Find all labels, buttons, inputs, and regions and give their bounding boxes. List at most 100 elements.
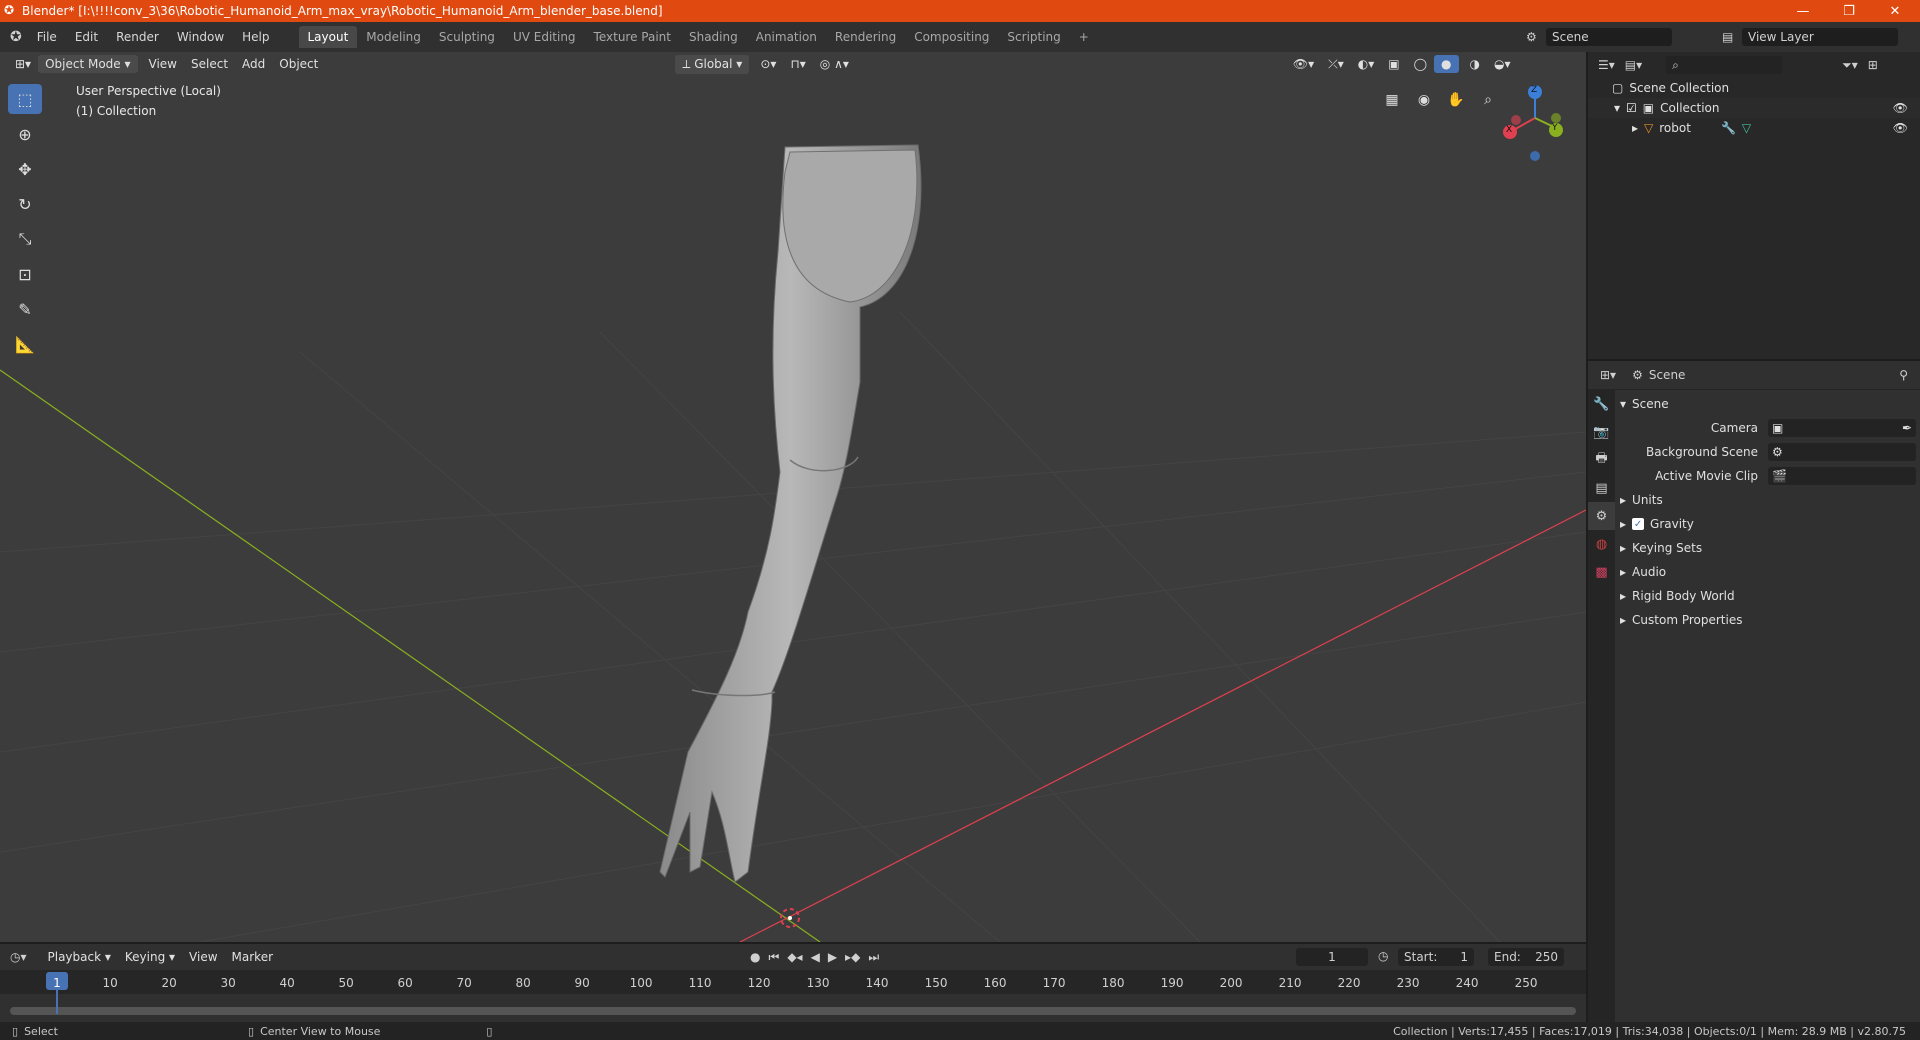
add-menu[interactable]: Add [235,55,272,73]
outliner-search-input[interactable]: ⌕ [1666,56,1783,74]
tab-uv-editing[interactable]: UV Editing [504,26,585,48]
menu-file[interactable]: File [28,30,66,44]
outliner-row-scene-collection[interactable]: ▢ Scene Collection [1588,78,1920,98]
timeline-editor-icon[interactable]: ◷▾ [10,950,27,964]
eyedropper-icon[interactable]: ✒ [1902,421,1912,435]
scene-panel-header[interactable]: ▾ Scene [1620,392,1916,416]
transform-tool-icon[interactable]: ⊡ [8,259,42,289]
tab-animation[interactable]: Animation [747,26,826,48]
current-frame-field[interactable]: 1 [1296,948,1368,966]
robot-arm-model[interactable] [659,144,922,883]
scene-properties-tab-icon[interactable]: ⚙ [1588,502,1615,530]
texture-properties-tab-icon[interactable]: ▩ [1588,558,1615,586]
outliner-row-collection[interactable]: ▾ ☑ ▣ Collection 👁 [1588,98,1920,118]
custom-properties-panel-header[interactable]: ▸ Custom Properties [1620,608,1916,632]
start-frame-field[interactable]: Start: 1 [1398,948,1474,966]
3d-viewport[interactable]: Z X Y User Perspective (Local) (1) Colle… [0,52,1586,942]
3d-cursor-icon[interactable] [780,908,800,928]
minimize-button[interactable]: — [1780,0,1826,22]
world-properties-tab-icon[interactable]: ◍ [1588,530,1615,558]
output-properties-tab-icon[interactable]: 🖶 [1588,446,1615,474]
proportional-edit-icon[interactable]: ◎ ∧▾ [813,55,856,73]
menu-render[interactable]: Render [107,30,168,44]
tab-layout[interactable]: Layout [298,26,358,48]
orientation-dropdown[interactable]: ⟂ Global ▾ [675,54,750,74]
zoom-icon[interactable]: ⌕ [1476,88,1500,112]
play-icon[interactable]: ▶ [828,950,837,965]
next-keyframe-icon[interactable]: ▸◆ [845,950,860,965]
menu-window[interactable]: Window [168,30,233,44]
collection-visibility-eye-icon[interactable]: 👁 [1893,101,1908,115]
outliner-editor-icon[interactable]: ☰▾ [1598,58,1615,72]
object-menu[interactable]: Object [272,55,325,73]
view-layer-properties-tab-icon[interactable]: ▤ [1588,474,1615,502]
select-menu[interactable]: Select [184,55,235,73]
tab-shading[interactable]: Shading [680,26,747,48]
prev-keyframe-icon[interactable]: ◆◂ [787,950,802,965]
measure-tool-icon[interactable]: 📐 [8,329,42,359]
scale-tool-icon[interactable]: ⤡ [8,224,42,254]
display-mode-icon[interactable]: ▤▾ [1625,58,1642,72]
marker-menu[interactable]: Marker [225,948,280,966]
audio-panel-header[interactable]: ▸ Audio [1620,560,1916,584]
active-movie-clip-field[interactable]: 🎬 [1768,467,1916,485]
end-frame-field[interactable]: End: 250 [1488,948,1564,966]
pan-hand-icon[interactable]: ✋ [1444,88,1468,112]
rotate-tool-icon[interactable]: ↻ [8,189,42,219]
include-checkbox[interactable]: ☑ [1626,101,1637,115]
mesh-data-icon[interactable]: ▽ [1742,121,1751,135]
gizmo-toggle-icon[interactable]: ⤫▾ [1321,55,1351,74]
tab-compositing[interactable]: Compositing [905,26,998,48]
gravity-panel-header[interactable]: ▸ ✓ Gravity [1620,512,1916,536]
clock-icon[interactable]: ◷ [1378,949,1388,963]
tab-texture-paint[interactable]: Texture Paint [585,26,680,48]
robot-visibility-eye-icon[interactable]: 👁 [1893,121,1908,135]
keying-menu[interactable]: Keying ▾ [118,948,182,966]
scene-selector[interactable]: Scene [1546,28,1672,46]
xray-icon[interactable]: ▣ [1381,55,1406,73]
expand-arrow-icon[interactable]: ▸ [1632,121,1638,135]
blender-menu-icon[interactable]: ✪ [10,29,22,45]
tab-scripting[interactable]: Scripting [998,26,1069,48]
grid-view-icon[interactable]: ▦ [1380,88,1404,112]
outliner-row-robot[interactable]: ▸ ▽ robot 🔧 ▽ 👁 [1588,118,1920,138]
record-icon[interactable]: ● [750,950,760,965]
close-button[interactable]: ✕ [1872,0,1918,22]
tab-rendering[interactable]: Rendering [826,26,905,48]
select-box-tool-icon[interactable]: ⬚ [8,84,42,114]
rigid-body-world-panel-header[interactable]: ▸ Rigid Body World [1620,584,1916,608]
menu-help[interactable]: Help [233,30,278,44]
units-panel-header[interactable]: ▸ Units [1620,488,1916,512]
jump-end-icon[interactable]: ⏭ [868,950,879,965]
timeline-view-menu[interactable]: View [182,948,224,966]
timeline-scrollbar[interactable] [10,1007,1576,1015]
menu-edit[interactable]: Edit [66,30,107,44]
render-properties-tab-icon[interactable]: 📷 [1588,418,1615,446]
view-menu[interactable]: View [142,55,184,73]
tab-modeling[interactable]: Modeling [357,26,430,48]
pin-icon[interactable]: ⚲ [1899,368,1908,382]
play-reverse-icon[interactable]: ◀ [811,950,820,965]
material-shading-icon[interactable]: ◑ [1463,55,1487,73]
keying-sets-panel-header[interactable]: ▸ Keying Sets [1620,536,1916,560]
view-layer-selector[interactable]: View Layer [1742,28,1898,46]
pivot-icon[interactable]: ⊙▾ [753,55,783,73]
mode-dropdown[interactable]: Object Mode ▾ [38,55,138,73]
editor-type-icon[interactable]: ⊞▾ [8,55,38,73]
properties-editor-icon[interactable]: ⊞▾ [1600,368,1616,382]
wireframe-shading-icon[interactable]: ◯ [1407,55,1434,73]
tab-sculpting[interactable]: Sculpting [430,26,504,48]
visibility-icon[interactable]: 👁▾ [1286,55,1321,73]
add-workspace-button[interactable]: + [1070,26,1098,48]
annotate-tool-icon[interactable]: ✎ [8,294,42,324]
rendered-shading-icon[interactable]: ◒▾ [1487,55,1518,73]
snap-icon[interactable]: ⊓▾ [783,55,812,73]
modifier-wrench-icon[interactable]: 🔧 [1721,121,1736,135]
solid-shading-icon[interactable]: ● [1434,55,1459,73]
filter-icon[interactable]: ⏷▾ [1842,58,1858,73]
jump-start-icon[interactable]: ⏮ [769,950,780,965]
background-scene-field[interactable]: ⚙ [1768,443,1916,461]
overlay-toggle-icon[interactable]: ◐▾ [1351,55,1382,73]
expand-arrow-icon[interactable]: ▾ [1614,101,1620,115]
new-collection-icon[interactable]: ⊞ [1868,58,1878,72]
